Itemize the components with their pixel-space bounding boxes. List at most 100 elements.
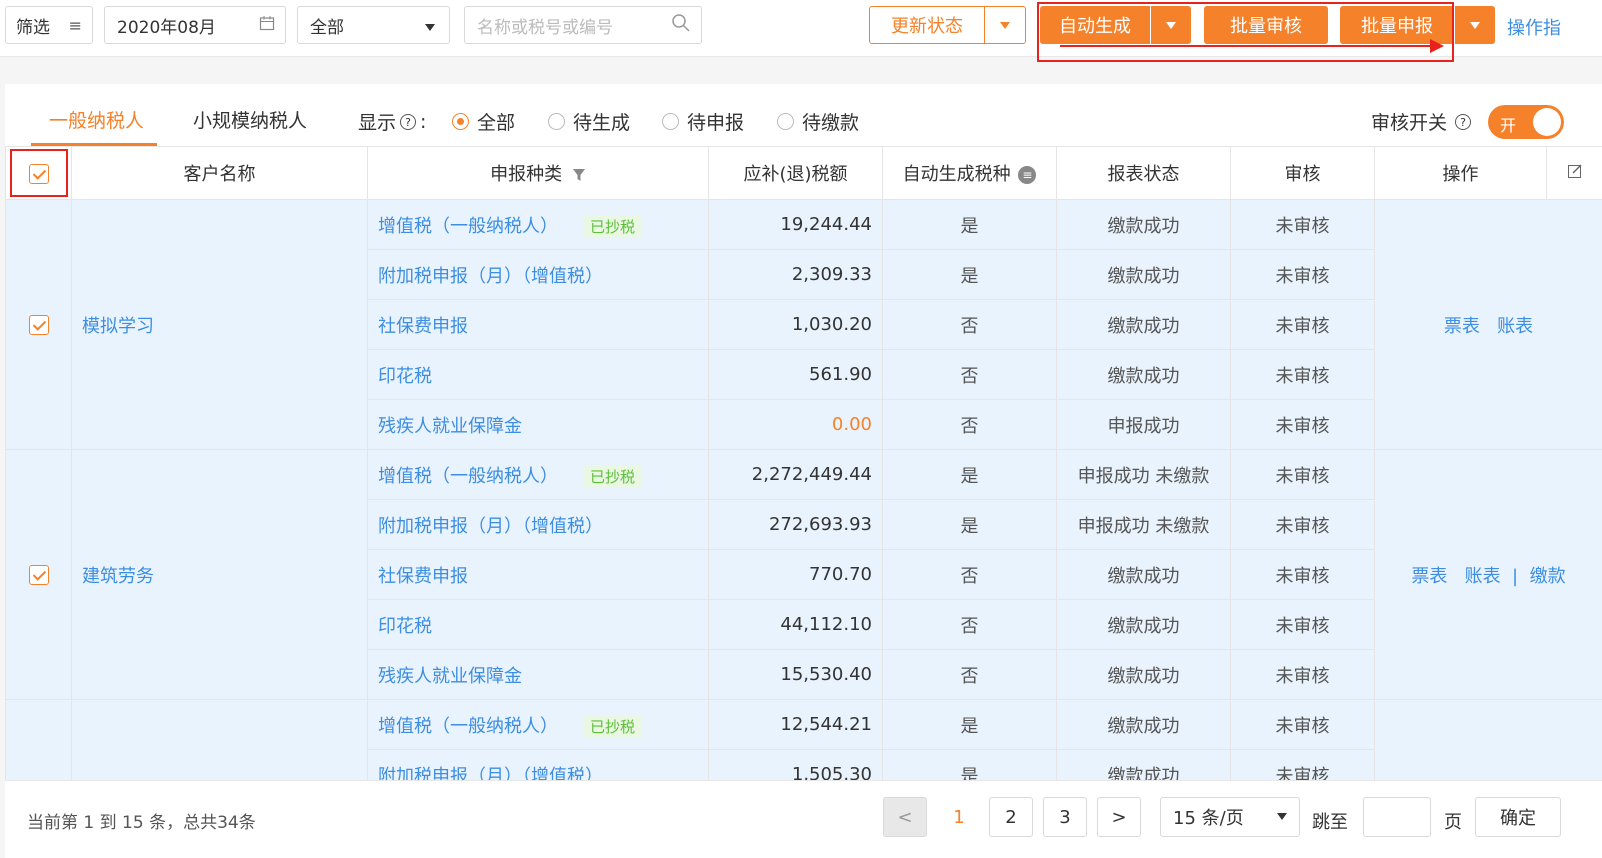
invoice-report-link[interactable]: 票表: [1444, 316, 1480, 337]
filter-button[interactable]: 筛选 ≡: [5, 6, 93, 44]
table-row: 增值税（一般纳税人）已抄税 12,544.21 是 缴款成功 未审核: [6, 700, 1602, 750]
tab-general-taxpayer[interactable]: 一般纳税人: [49, 106, 144, 133]
type-cell[interactable]: 社保费申报: [368, 550, 709, 600]
table-row: 模拟学习 增值税（一般纳税人）已抄税 19,244.44 是 缴款成功 未审核 …: [6, 200, 1602, 250]
page-2[interactable]: 2: [989, 797, 1033, 837]
amount-cell: 2,309.33: [709, 250, 883, 300]
help-icon[interactable]: ?: [1455, 114, 1471, 130]
type-link[interactable]: 社保费申报: [378, 316, 468, 337]
help-icon[interactable]: ?: [400, 114, 416, 130]
auto-cell: 是: [883, 500, 1057, 550]
radio-label: 待申报: [687, 108, 744, 135]
radio-icon: [548, 113, 565, 130]
next-page-button[interactable]: >: [1097, 797, 1141, 837]
auto-cell: 否: [883, 300, 1057, 350]
header-review: 审核: [1231, 147, 1375, 200]
type-link[interactable]: 社保费申报: [378, 566, 468, 587]
type-cell[interactable]: 印花税: [368, 350, 709, 400]
review-toggle[interactable]: 开: [1488, 105, 1564, 139]
page-3[interactable]: 3: [1043, 797, 1087, 837]
edit-icon[interactable]: [1567, 163, 1583, 179]
amount-cell: 561.90: [709, 350, 883, 400]
customer-name[interactable]: 建筑劳务: [72, 450, 368, 700]
type-cell[interactable]: 社保费申报: [368, 300, 709, 350]
search-input[interactable]: 名称或税号或编号: [464, 6, 702, 44]
type-link[interactable]: 附加税申报（月）（增值税）: [378, 516, 603, 537]
batch-declare-dropdown[interactable]: [1455, 6, 1495, 44]
header-ops: 操作: [1375, 147, 1547, 200]
info-icon[interactable]: ≡: [1018, 166, 1036, 184]
copied-tag: 已抄税: [584, 216, 641, 238]
review-cell: 未审核: [1231, 200, 1375, 250]
type-link[interactable]: 增值税（一般纳税人）: [378, 466, 558, 487]
status-cell: 缴款成功: [1057, 300, 1231, 350]
filter-radio-pending-generate[interactable]: 待生成: [548, 108, 630, 135]
radio-icon: [777, 113, 794, 130]
amount-cell: 12,544.21: [709, 700, 883, 750]
status-cell: 缴款成功: [1057, 600, 1231, 650]
update-status-dropdown[interactable]: [984, 6, 1026, 44]
type-link[interactable]: 增值税（一般纳税人）: [378, 716, 558, 737]
ops-cell: 票表 账表 | 缴款: [1375, 450, 1602, 700]
status-cell: 申报成功 未缴款: [1057, 500, 1231, 550]
date-value: 2020年08月: [117, 13, 216, 38]
invoice-report-link[interactable]: 票表: [1411, 566, 1447, 587]
type-link[interactable]: 增值税（一般纳税人）: [378, 216, 558, 237]
tab-small-taxpayer[interactable]: 小规模纳税人: [193, 106, 307, 133]
type-link[interactable]: 残疾人就业保障金: [378, 666, 522, 687]
type-link[interactable]: 附加税申报（月）（增值税）: [378, 266, 603, 287]
type-cell[interactable]: 附加税申报（月）（增值税）: [368, 500, 709, 550]
type-link[interactable]: 印花税: [378, 616, 432, 637]
customer-name[interactable]: 模拟学习: [72, 200, 368, 450]
filter-icon[interactable]: [572, 168, 586, 182]
scope-select[interactable]: 全部: [297, 6, 450, 44]
row-checkbox[interactable]: [29, 565, 49, 585]
select-all-cell[interactable]: [6, 147, 72, 200]
update-status-button[interactable]: 更新状态: [869, 6, 985, 44]
page-1[interactable]: 1: [937, 797, 981, 837]
pay-link[interactable]: 缴款: [1530, 566, 1566, 587]
amount-cell: 2,272,449.44: [709, 450, 883, 500]
row-select-cell[interactable]: [6, 200, 72, 450]
filter-radio-all[interactable]: 全部: [452, 108, 515, 135]
type-cell[interactable]: 印花税: [368, 600, 709, 650]
type-cell[interactable]: 增值税（一般纳税人）已抄税: [368, 450, 709, 500]
type-link[interactable]: 残疾人就业保障金: [378, 416, 522, 437]
type-cell[interactable]: 附加税申报（月）（增值税）: [368, 250, 709, 300]
customer-link[interactable]: 模拟学习: [82, 316, 154, 337]
type-cell[interactable]: 增值税（一般纳税人） 已抄税: [368, 200, 709, 250]
type-cell[interactable]: 残疾人就业保障金: [368, 400, 709, 450]
customer-link[interactable]: 建筑劳务: [82, 566, 154, 587]
type-link[interactable]: 印花税: [378, 366, 432, 387]
header-type-label: 申报种类: [490, 164, 562, 185]
amount-cell: 272,693.93: [709, 500, 883, 550]
type-cell[interactable]: 残疾人就业保障金: [368, 650, 709, 700]
calendar-icon: [259, 15, 275, 35]
search-icon[interactable]: [671, 13, 691, 37]
auto-cell: 是: [883, 250, 1057, 300]
toggle-knob: [1533, 108, 1561, 136]
row-checkbox[interactable]: [29, 315, 49, 335]
page-size-select[interactable]: 15 条/页: [1160, 797, 1300, 837]
date-picker[interactable]: 2020年08月: [104, 6, 286, 44]
ledger-report-link[interactable]: 账表: [1497, 316, 1533, 337]
confirm-jump-button[interactable]: 确定: [1475, 797, 1561, 837]
page-size-value: 15 条/页: [1173, 804, 1244, 830]
column-settings[interactable]: [1547, 147, 1602, 200]
ledger-report-link[interactable]: 账表: [1465, 566, 1501, 587]
row-select-cell[interactable]: [6, 450, 72, 700]
filter-radio-pending-payment[interactable]: 待缴款: [777, 108, 859, 135]
copied-tag: 已抄税: [584, 716, 641, 738]
filter-radio-pending-declare[interactable]: 待申报: [662, 108, 744, 135]
ops-separator: |: [1506, 566, 1524, 587]
status-cell: 缴款成功: [1057, 650, 1231, 700]
jump-page-input[interactable]: [1363, 797, 1431, 837]
header-type[interactable]: 申报种类: [368, 147, 709, 200]
type-cell[interactable]: 增值税（一般纳税人） 已抄税: [368, 700, 709, 750]
search-placeholder: 名称或税号或编号: [477, 13, 613, 38]
review-cell: 未审核: [1231, 300, 1375, 350]
guide-link[interactable]: 操作指: [1507, 14, 1561, 40]
prev-page-button[interactable]: <: [883, 797, 927, 837]
jump-label: 跳至: [1312, 808, 1348, 834]
review-switch-label: 审核开关 ?: [1371, 108, 1475, 135]
